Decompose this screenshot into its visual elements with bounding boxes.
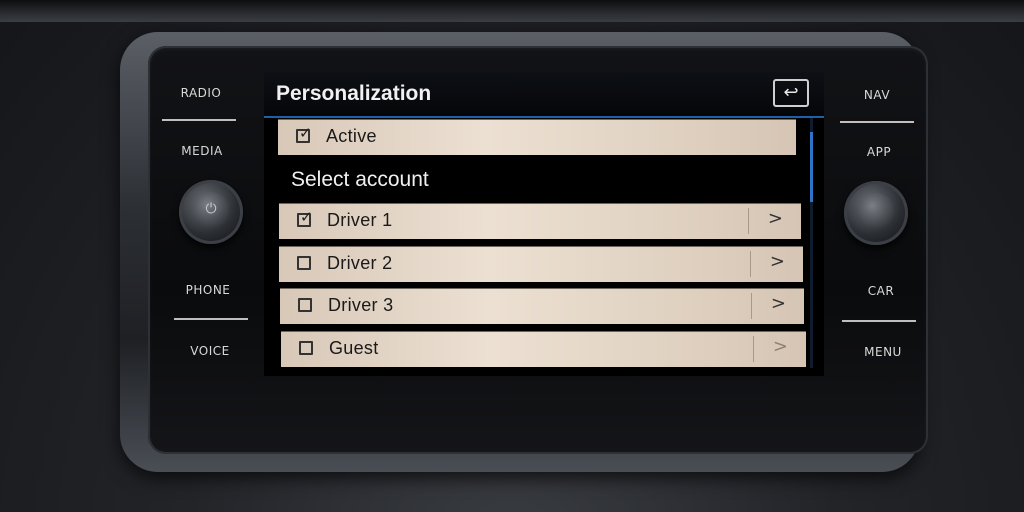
- nav-button[interactable]: NAV: [837, 88, 917, 102]
- active-checkbox[interactable]: ✓: [296, 124, 312, 143]
- section-title: Select account: [291, 168, 429, 191]
- back-button[interactable]: ↩: [773, 79, 809, 107]
- page-title: Personalization: [276, 82, 432, 105]
- divider: [753, 336, 754, 362]
- app-button[interactable]: APP: [839, 145, 919, 159]
- volume-knob[interactable]: ⏻: [179, 180, 243, 244]
- chevron-right-icon[interactable]: >: [773, 336, 788, 357]
- divider: [174, 318, 248, 320]
- active-label: Active: [326, 126, 377, 146]
- account-row-driver-3[interactable]: Driver 3 >: [280, 288, 804, 324]
- media-button[interactable]: MEDIA: [162, 144, 242, 158]
- account-label: Driver 2: [327, 253, 393, 273]
- divider: [751, 293, 752, 319]
- account-row-driver-1[interactable]: ✓ Driver 1 >: [279, 203, 801, 239]
- divider: [748, 208, 749, 234]
- chevron-right-icon[interactable]: >: [768, 208, 783, 229]
- checkmark-icon: ✓: [300, 208, 313, 226]
- account-checkbox[interactable]: [298, 298, 312, 312]
- radio-button[interactable]: RADIO: [161, 86, 241, 100]
- account-label: Guest: [329, 338, 379, 358]
- back-arrow-icon: ↩: [783, 82, 799, 103]
- phone-button[interactable]: PHONE: [168, 283, 248, 297]
- account-checkbox[interactable]: [299, 341, 313, 355]
- account-label: Driver 3: [328, 295, 394, 315]
- divider: [162, 119, 236, 121]
- checkmark-icon: ✓: [299, 124, 312, 142]
- scrollbar[interactable]: [810, 118, 813, 368]
- chevron-right-icon[interactable]: >: [771, 293, 786, 314]
- account-label: Driver 1: [327, 210, 393, 230]
- divider: [840, 121, 914, 123]
- power-icon: ⏻: [205, 201, 217, 217]
- scrollbar-thumb[interactable]: [810, 132, 813, 202]
- account-checkbox[interactable]: ✓: [297, 208, 313, 227]
- account-row-driver-2[interactable]: Driver 2 >: [279, 246, 803, 282]
- menu-button[interactable]: MENU: [843, 345, 923, 359]
- knob-cap: ⏻: [193, 192, 229, 228]
- title-bar: Personalization ↩: [264, 72, 824, 118]
- divider: [750, 251, 751, 277]
- touchscreen: Personalization ↩ ✓ Active Select accoun…: [264, 72, 824, 376]
- knob-cap: [858, 193, 894, 229]
- divider: [842, 320, 916, 322]
- account-row-guest[interactable]: Guest >: [281, 331, 806, 367]
- chevron-right-icon[interactable]: >: [770, 251, 785, 272]
- dashboard-trim: [0, 0, 1024, 22]
- car-button[interactable]: CAR: [841, 284, 921, 298]
- tune-knob[interactable]: [844, 181, 908, 245]
- active-toggle-row[interactable]: ✓ Active: [278, 119, 796, 155]
- voice-button[interactable]: VOICE: [170, 344, 250, 358]
- account-checkbox[interactable]: [297, 256, 311, 270]
